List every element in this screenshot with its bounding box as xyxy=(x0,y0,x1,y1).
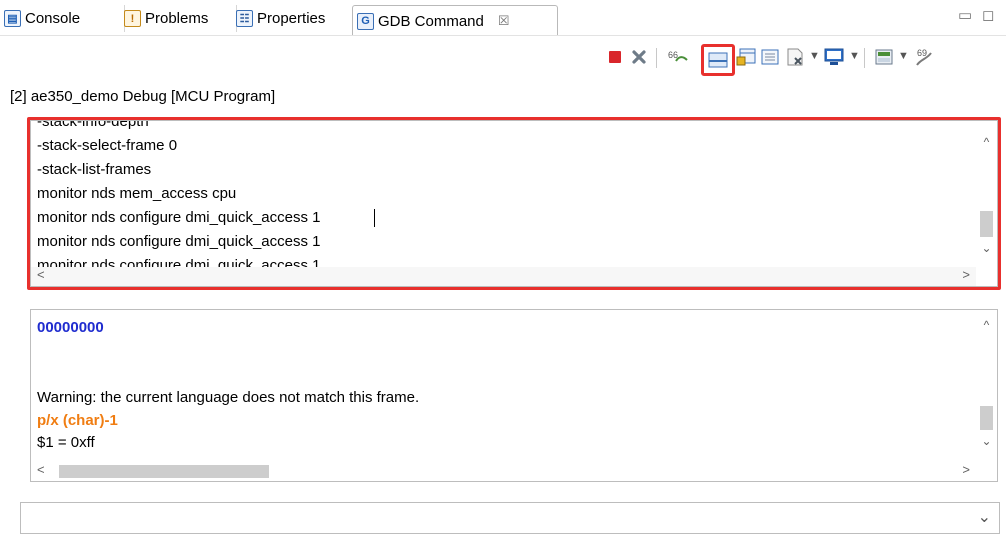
problems-icon: ! xyxy=(124,10,141,27)
terminate-icon xyxy=(609,51,621,63)
split-view-button[interactable] xyxy=(701,44,735,76)
clear-console-button[interactable] xyxy=(759,46,781,68)
toolbar-separator xyxy=(864,48,865,68)
scroll-left-arrow[interactable]: < xyxy=(37,267,45,282)
output-horizontal-scrollbar[interactable]: < > xyxy=(31,462,976,481)
svg-text:69: 69 xyxy=(917,48,927,58)
display-console-dropdown[interactable]: ▼ xyxy=(849,50,860,62)
view-toolbar: 66 ▼ ▼ ▼ 69 xyxy=(560,40,1006,76)
debug-session-label: [2] ae350_demo Debug [MCU Program] xyxy=(10,88,276,105)
output-line: 00000000 xyxy=(37,319,104,336)
minimize-view-icon[interactable]: ▭ xyxy=(958,6,972,24)
history-vertical-scrollbar[interactable]: ^ ⌄ xyxy=(976,121,997,267)
output-vertical-scrollbar[interactable]: ^ ⌄ xyxy=(976,310,997,462)
tab-bar-divider xyxy=(0,35,1006,36)
scroll-thumb[interactable] xyxy=(980,406,993,430)
scroll-thumb[interactable] xyxy=(59,465,269,478)
lock-scroll-button[interactable] xyxy=(735,46,757,68)
history-line[interactable]: -stack-list-frames xyxy=(37,158,151,182)
scroll-down-arrow[interactable]: ⌄ xyxy=(976,241,997,255)
scroll-up-arrow[interactable]: ^ xyxy=(976,135,997,149)
scroll-left-arrow[interactable]: < xyxy=(37,462,45,477)
tab-problems-label: Problems xyxy=(145,10,209,27)
scroll-down-arrow[interactable]: ⌄ xyxy=(976,434,997,448)
output-line: Warning: the current language does not m… xyxy=(37,389,420,406)
pin-console-dropdown[interactable]: ▼ xyxy=(898,50,909,62)
toolbar-separator xyxy=(656,48,657,68)
gdb-trace-2-button[interactable]: 69 xyxy=(912,46,936,68)
tab-gdb-command[interactable]: G GDB Command ☒ xyxy=(352,5,558,36)
display-console-icon xyxy=(824,48,844,65)
pin-console-button[interactable] xyxy=(873,46,895,68)
history-line[interactable]: monitor nds mem_access cpu xyxy=(37,182,236,206)
history-dropdown-icon[interactable]: ⌄ xyxy=(978,507,991,527)
gdb-command-input[interactable]: ⌄ xyxy=(20,502,1000,534)
command-history-pane[interactable]: -stack-info-depth -stack-select-frame 0 … xyxy=(30,120,998,287)
gdb-trace-icon: 66 xyxy=(668,50,688,62)
view-tab-bar: ▤ Console ! Problems ☷ Properties G GDB … xyxy=(0,0,1006,36)
properties-icon: ☷ xyxy=(236,10,253,27)
open-console-button[interactable] xyxy=(784,46,806,68)
history-line[interactable]: -stack-info-depth xyxy=(37,121,149,134)
gdb-command-icon: G xyxy=(357,12,374,30)
history-line[interactable]: monitor nds configure dmi_quick_access 1 xyxy=(37,230,320,254)
scroll-thumb[interactable] xyxy=(980,211,993,237)
output-line: $1 = 0xff xyxy=(37,434,95,451)
tab-gdb-command-label: GDB Command xyxy=(378,12,484,30)
close-tab-icon[interactable]: ☒ xyxy=(498,13,510,29)
console-icon: ▤ xyxy=(4,10,21,27)
open-console-icon xyxy=(787,48,803,66)
clear-console-icon xyxy=(761,49,779,65)
remove-launch-icon xyxy=(632,50,646,64)
gdb-output-pane[interactable]: 00000000 Warning: the current language d… xyxy=(30,309,998,482)
tab-console[interactable]: ▤ Console xyxy=(0,5,125,32)
remove-launch-button[interactable] xyxy=(630,46,648,68)
history-horizontal-scrollbar[interactable]: < > xyxy=(31,267,976,286)
terminate-button[interactable] xyxy=(606,46,624,68)
tab-properties-label: Properties xyxy=(257,10,326,27)
split-view-icon xyxy=(708,52,728,68)
output-line: p/x (char)-1 xyxy=(37,412,118,429)
lock-scroll-icon xyxy=(736,48,756,66)
history-line[interactable]: -stack-select-frame 0 xyxy=(37,134,177,158)
scroll-right-arrow[interactable]: > xyxy=(962,267,970,282)
scroll-up-arrow[interactable]: ^ xyxy=(976,318,997,332)
tab-properties[interactable]: ☷ Properties xyxy=(232,5,357,32)
tab-problems[interactable]: ! Problems xyxy=(120,5,237,32)
text-caret xyxy=(374,209,375,227)
tab-console-label: Console xyxy=(25,10,81,27)
history-line[interactable]: monitor nds configure dmi_quick_access 1 xyxy=(37,206,320,230)
scroll-right-arrow[interactable]: > xyxy=(962,462,970,477)
display-console-button[interactable] xyxy=(823,46,845,68)
open-console-dropdown[interactable]: ▼ xyxy=(809,50,820,62)
gdb-trace-button[interactable]: 66 xyxy=(666,46,690,68)
gdb-trace-2-icon: 69 xyxy=(916,48,932,66)
pin-console-icon xyxy=(875,49,893,65)
maximize-view-icon[interactable]: ◻ xyxy=(982,6,994,24)
svg-text:66: 66 xyxy=(668,50,678,60)
